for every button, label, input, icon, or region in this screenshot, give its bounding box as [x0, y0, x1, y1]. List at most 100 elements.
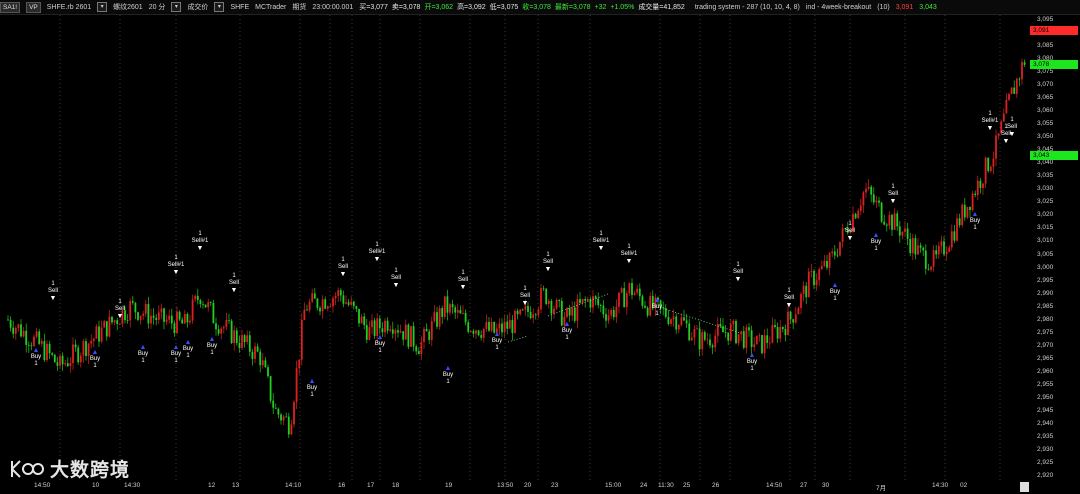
lower-channel-badge: 3,043 — [1030, 151, 1078, 161]
sell-signal[interactable]: 1 Sell#1 ▼ — [367, 242, 387, 263]
buy-arrow-icon: ▲ — [139, 344, 147, 352]
candle-body — [363, 316, 366, 326]
candle-body — [1010, 87, 1013, 94]
candle-body — [144, 303, 147, 314]
sell-signal[interactable]: 1 Sell ▼ — [840, 221, 860, 242]
buy-signal[interactable]: ▲ Buy 1 — [742, 352, 762, 373]
buy-signal[interactable]: ▲ Buy 1 — [825, 282, 845, 303]
sell-signal[interactable]: 1 Sell#1 ▼ — [190, 231, 210, 252]
candle-body — [992, 158, 995, 167]
buy-signal[interactable]: ▲ Buy 1 — [302, 378, 322, 399]
price-tick-label: 3,010 — [1037, 237, 1054, 245]
candle-body — [719, 324, 722, 327]
last-price-badge: 3,078 — [1030, 59, 1078, 69]
buy-signal[interactable]: ▲ Buy 1 — [178, 339, 198, 360]
buy-signal[interactable]: ▲ Buy 1 — [647, 297, 667, 318]
buy-signal[interactable]: ▲ Buy 1 — [866, 232, 886, 253]
candle-body — [932, 250, 935, 267]
candle-body — [246, 335, 249, 343]
price-axis[interactable]: 3,0953,0903,0853,0803,0753,0703,0653,060… — [1029, 15, 1080, 481]
buy-qty: 1 — [495, 345, 499, 352]
candle-body — [324, 299, 327, 309]
candle-body — [477, 330, 480, 336]
buy-qty: 1 — [565, 334, 569, 341]
time-tick-label: 26 — [712, 482, 720, 489]
buy-signal[interactable]: ▲ Buy 1 — [26, 347, 46, 368]
candle-body — [378, 318, 381, 329]
candle-body — [579, 299, 581, 303]
candle-body — [807, 271, 810, 298]
candle-body — [982, 183, 984, 188]
symbol-dropdown-icon[interactable]: ▾ — [97, 2, 108, 12]
sell-signal[interactable]: 1 Sell ▼ — [883, 184, 903, 205]
candle-body — [118, 323, 121, 325]
candle-body — [729, 324, 732, 341]
sell-qty: 1 — [848, 220, 852, 227]
sell-signal[interactable]: 1 Sell ▼ — [386, 268, 406, 289]
candle-body — [22, 330, 25, 337]
sell-signal[interactable]: 1 Sell ▼ — [110, 299, 130, 320]
candle-body — [191, 299, 194, 321]
candle-body — [521, 309, 524, 311]
buy-signal[interactable]: ▲ Buy 1 — [133, 344, 153, 365]
candle-body — [815, 280, 818, 286]
sell-label: Sell#1 — [167, 261, 185, 268]
buy-signal[interactable]: ▲ Buy 1 — [965, 211, 985, 232]
buy-signal[interactable]: ▲ Buy 1 — [202, 336, 222, 357]
candle-body — [316, 298, 319, 308]
time-tick-label: 16 — [338, 482, 346, 489]
candle-body — [415, 346, 418, 352]
sell-signal[interactable]: 1 Sell#1 ▼ — [980, 111, 1000, 132]
sell-signal[interactable]: 1 Sell ▼ — [515, 286, 535, 307]
candle-body — [919, 245, 922, 248]
time-tick-label: 18 — [392, 482, 400, 489]
buy-signal[interactable]: ▲ Buy 1 — [85, 349, 105, 370]
candle-body — [771, 325, 774, 343]
candle-body — [636, 288, 639, 293]
sell-arrow-icon: ▼ — [172, 268, 180, 276]
candle-body — [467, 322, 470, 332]
candle-body — [867, 186, 870, 189]
sell-signal[interactable]: 1 Sell ▼ — [43, 281, 63, 302]
sell-signal[interactable]: 1 Sell ▼ — [1002, 117, 1022, 138]
time-axis[interactable]: 14:50 10 14:30 12 13 14:10 16 17 18 19 13:50 20 23 15… — [0, 481, 1029, 494]
price-tick-label: 2,995 — [1037, 276, 1054, 284]
scroll-corner[interactable] — [1020, 482, 1029, 492]
candle-body — [280, 414, 282, 421]
candle-body — [581, 298, 584, 303]
sell-qty: 1 — [546, 251, 550, 258]
candle-body — [436, 312, 438, 327]
sell-signal[interactable]: 1 Sell#1 ▼ — [619, 244, 639, 265]
sell-signal[interactable]: 1 Sell ▼ — [728, 262, 748, 283]
buy-signal[interactable]: ▲ Buy 1 — [438, 365, 458, 386]
sell-signal[interactable]: 1 Sell ▼ — [779, 288, 799, 309]
sell-signal[interactable]: 1 Sell ▼ — [453, 270, 473, 291]
symbol-badge[interactable]: SA1! — [0, 1, 21, 13]
candle-body — [272, 400, 275, 408]
mode-badge[interactable]: VP — [26, 1, 41, 13]
period-dropdown-icon[interactable]: ▾ — [171, 2, 182, 12]
buy-signal[interactable]: ▲ Buy 1 — [370, 334, 390, 355]
price-tick-label: 2,955 — [1037, 380, 1054, 388]
candle-body — [625, 293, 628, 308]
sell-signal[interactable]: 1 Sell ▼ — [333, 257, 353, 278]
sell-signal[interactable]: 1 Sell ▼ — [538, 252, 558, 273]
candle-body — [137, 312, 139, 320]
candle-body — [480, 335, 483, 338]
candle-body — [311, 293, 314, 302]
candle-body — [20, 324, 22, 337]
sell-signal[interactable]: 1 Sell#1 ▼ — [591, 231, 611, 252]
price-tick-label: 2,925 — [1037, 458, 1054, 466]
sell-label: Sell#1 — [191, 238, 209, 245]
sell-signal[interactable]: 1 Sell#1 ▼ — [166, 255, 186, 276]
candle-body — [911, 238, 914, 254]
candle-body — [490, 321, 493, 331]
candle-body — [781, 326, 784, 330]
candle-body — [27, 344, 30, 346]
candle-body — [204, 304, 207, 308]
price-tick-label: 3,060 — [1037, 107, 1054, 115]
buy-signal[interactable]: ▲ Buy 1 — [487, 331, 507, 352]
sell-signal[interactable]: 1 Sell ▼ — [224, 273, 244, 294]
buy-signal[interactable]: ▲ Buy 1 — [557, 321, 577, 342]
price-type-dropdown-icon[interactable]: ▾ — [214, 2, 225, 12]
